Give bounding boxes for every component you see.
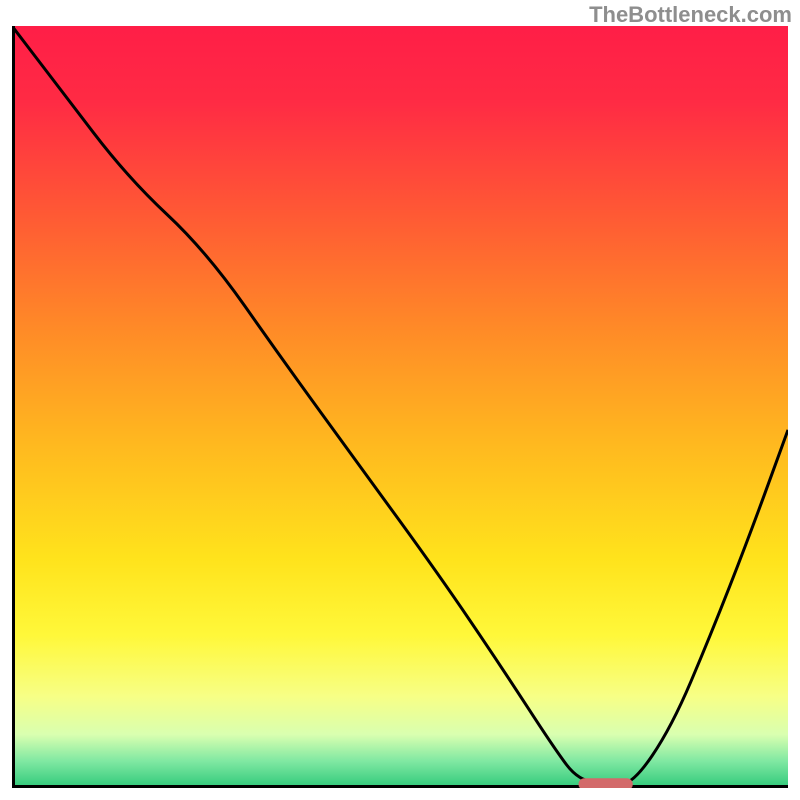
watermark-text: TheBottleneck.com <box>589 2 792 28</box>
plot-background <box>12 26 788 788</box>
chart-container: TheBottleneck.com <box>0 0 800 800</box>
optimal-range-marker <box>578 778 632 788</box>
chart-svg <box>12 26 788 788</box>
bottleneck-chart <box>12 26 788 788</box>
